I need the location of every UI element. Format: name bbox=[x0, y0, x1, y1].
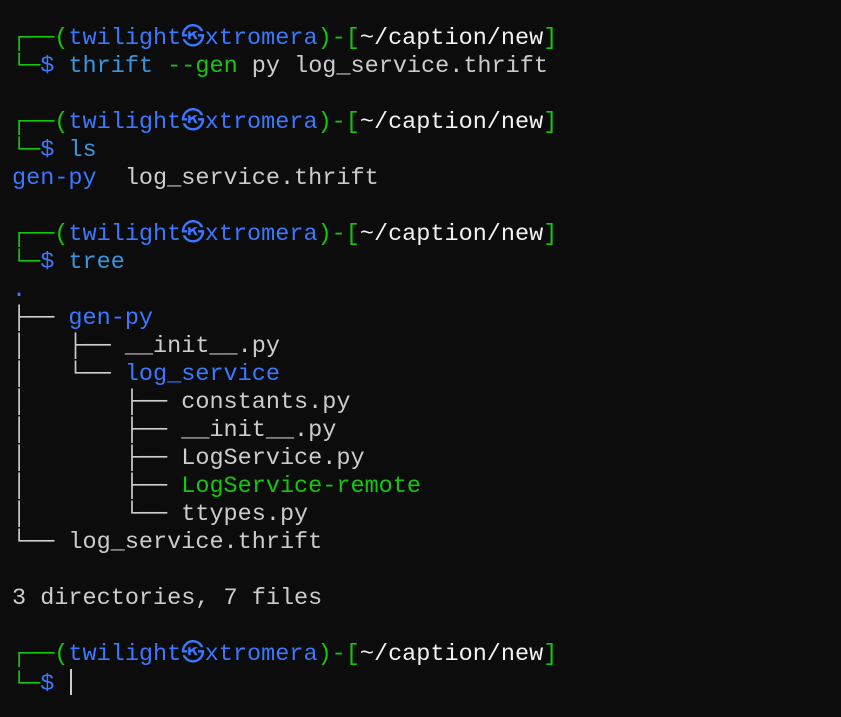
text-segment: │ ├── bbox=[12, 389, 182, 416]
terminal-line-prompt-active: └─$ bbox=[12, 669, 557, 698]
text-segment: --gen bbox=[153, 53, 238, 80]
text-segment: log_service.thrift bbox=[96, 165, 379, 192]
terminal-line-output: │ └── ttypes.py bbox=[12, 501, 557, 529]
text-segment: )-[ bbox=[317, 641, 360, 668]
text-segment: . bbox=[12, 277, 27, 304]
text-segment: ~/caption/new bbox=[359, 109, 544, 136]
text-segment: ls bbox=[68, 137, 97, 164]
text-segment: twilight㉿xtromera bbox=[68, 25, 318, 52]
text-segment: │ └── bbox=[12, 501, 182, 528]
terminal-line-output: │ ├── LogService.py bbox=[12, 445, 557, 473]
terminal-line-prompt-top: ┌──(twilight㉿xtromera)-[~/caption/new] bbox=[12, 25, 557, 53]
terminal-line-prompt-top: ┌──(twilight㉿xtromera)-[~/caption/new] bbox=[12, 641, 557, 669]
text-segment: twilight㉿xtromera bbox=[68, 109, 318, 136]
text-segment: ~/caption/new bbox=[359, 641, 544, 668]
terminal-line-output: ├── gen-py bbox=[12, 305, 557, 333]
text-segment: constants.py bbox=[181, 389, 351, 416]
text-segment: LogService.py bbox=[181, 445, 365, 472]
terminal-line-prompt-top: ┌──(twilight㉿xtromera)-[~/caption/new] bbox=[12, 109, 557, 137]
text-segment: $ bbox=[40, 137, 69, 164]
terminal-line-output: . bbox=[12, 277, 557, 305]
text-segment: log_service.thrift bbox=[68, 529, 323, 556]
text-segment: tree bbox=[68, 249, 125, 276]
text-segment: │ ├── bbox=[12, 333, 125, 360]
text-segment: twilight㉿xtromera bbox=[68, 221, 318, 248]
text-segment: └─ bbox=[12, 53, 41, 80]
text-segment: __init__.py bbox=[124, 333, 280, 360]
text-segment: LogService-remote bbox=[181, 473, 421, 500]
text-segment: )-[ bbox=[317, 109, 360, 136]
text-segment: $ bbox=[40, 671, 69, 698]
text-segment: __init__.py bbox=[181, 417, 337, 444]
text-segment: │ ├── bbox=[12, 417, 182, 444]
text-segment: 3 directories, 7 files bbox=[12, 585, 323, 612]
terminal-line-output: └── log_service.thrift bbox=[12, 529, 557, 557]
terminal-line-prompt-top: ┌──(twilight㉿xtromera)-[~/caption/new] bbox=[12, 221, 557, 249]
text-segment: log_service bbox=[124, 361, 280, 388]
text-segment: $ bbox=[40, 249, 69, 276]
text-segment: ┌──( bbox=[12, 25, 69, 52]
terminal-line-output: 3 directories, 7 files bbox=[12, 585, 557, 613]
text-segment: gen-py bbox=[12, 165, 97, 192]
text-segment: ] bbox=[543, 25, 558, 52]
text-segment: │ ├── bbox=[12, 445, 182, 472]
terminal-line-output: │ ├── __init__.py bbox=[12, 417, 557, 445]
terminal-line-output: │ ├── __init__.py bbox=[12, 333, 557, 361]
terminal-line-prompt-cmd: └─$ tree bbox=[12, 249, 557, 277]
text-segment: thrift bbox=[68, 53, 154, 80]
text-segment: ] bbox=[543, 221, 558, 248]
text-segment: ├── bbox=[12, 305, 69, 332]
text-segment: ┌──( bbox=[12, 641, 69, 668]
text-segment: )-[ bbox=[317, 221, 360, 248]
text-segment: py log_service.thrift bbox=[237, 53, 548, 80]
text-cursor[interactable] bbox=[70, 669, 73, 695]
text-segment: gen-py bbox=[68, 305, 154, 332]
terminal-output[interactable]: ┌──(twilight㉿xtromera)-[~/caption/new] └─… bbox=[12, 25, 557, 698]
text-segment: ┌──( bbox=[12, 221, 69, 248]
text-segment: )-[ bbox=[317, 25, 360, 52]
text-segment: ~/caption/new bbox=[359, 221, 544, 248]
text-segment: └─ bbox=[12, 249, 41, 276]
text-segment: ] bbox=[543, 109, 558, 136]
terminal-line-prompt-cmd: └─$ thrift --gen py log_service.thrift bbox=[12, 53, 557, 81]
text-segment: └─ bbox=[12, 137, 41, 164]
text-segment: twilight㉿xtromera bbox=[68, 641, 318, 668]
text-segment: ] bbox=[543, 641, 558, 668]
terminal-line-output: │ ├── constants.py bbox=[12, 389, 557, 417]
terminal-line-output: │ ├── LogService-remote bbox=[12, 473, 557, 501]
text-segment: └─ bbox=[12, 671, 41, 698]
text-segment: │ └── bbox=[12, 361, 125, 388]
text-segment: ttypes.py bbox=[181, 501, 309, 528]
terminal-line-prompt-cmd: └─$ ls bbox=[12, 137, 557, 165]
text-segment: └── bbox=[12, 529, 69, 556]
terminal-line-output: │ └── log_service bbox=[12, 361, 557, 389]
text-segment: ┌──( bbox=[12, 109, 69, 136]
text-segment: ~/caption/new bbox=[359, 25, 544, 52]
text-segment: │ ├── bbox=[12, 473, 182, 500]
terminal-line-output: gen-py log_service.thrift bbox=[12, 165, 557, 193]
text-segment: $ bbox=[40, 53, 69, 80]
